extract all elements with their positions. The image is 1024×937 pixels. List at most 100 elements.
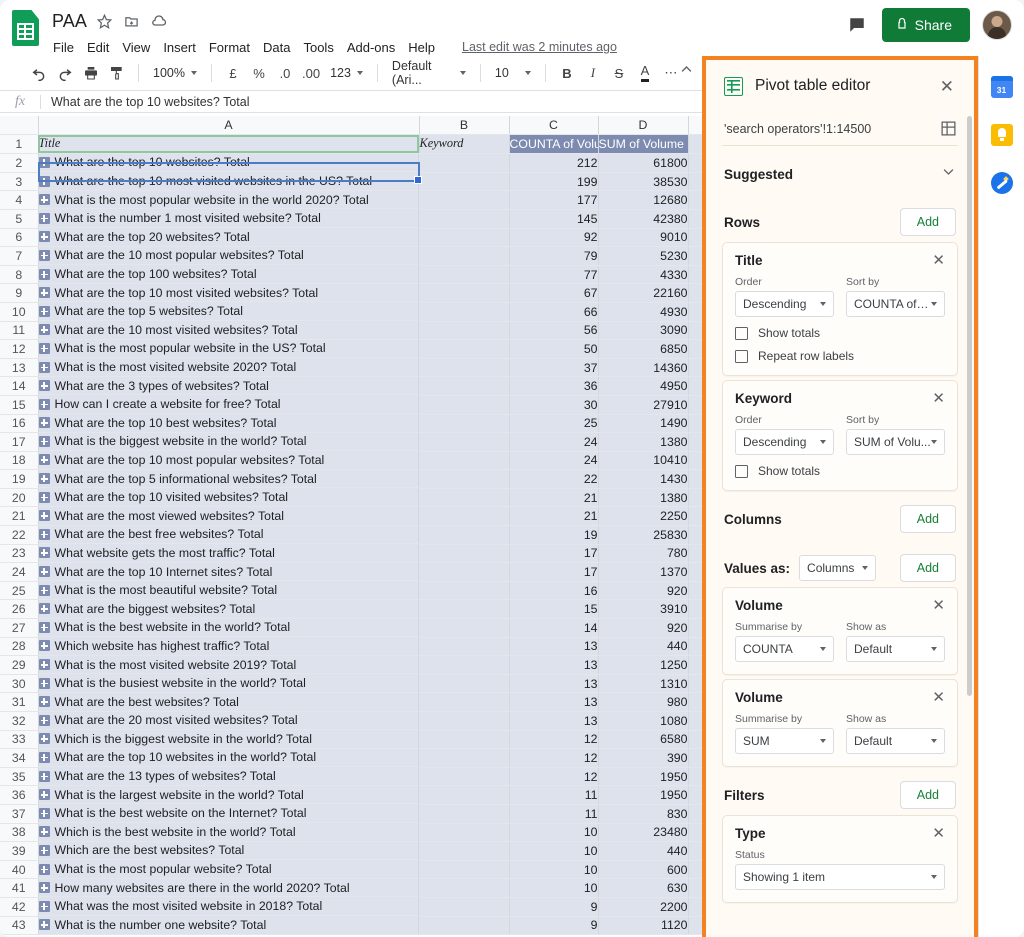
cell-sum[interactable]: 1310 [598,674,688,693]
cell-counta[interactable]: 25 [509,414,598,433]
row-number[interactable]: 19 [0,470,38,489]
cell-sum[interactable]: 440 [598,637,688,656]
cell-keyword[interactable] [419,526,509,545]
expand-group-icon[interactable] [39,864,50,875]
expand-group-icon[interactable] [39,287,50,298]
cell-sum[interactable]: 1950 [598,767,688,786]
cell-keyword[interactable] [419,916,509,935]
summarise-by-select[interactable]: SUM [735,728,834,754]
cell-keyword[interactable] [419,581,509,600]
cell-title[interactable]: What are the top 10 websites? Total [39,154,420,173]
cell-keyword[interactable] [419,153,509,172]
expand-group-icon[interactable] [39,473,50,484]
cell-sum[interactable]: 920 [598,581,688,600]
cell-sum[interactable]: 23480 [598,823,688,842]
cell-sum[interactable]: 61800 [598,153,688,172]
cell-counta[interactable]: 13 [509,712,598,731]
cell-title[interactable]: What are the top 10 most popular website… [39,451,420,470]
add-row-button[interactable]: Add [900,208,956,236]
cell-title[interactable]: What are the 10 most visited websites? T… [39,321,420,340]
expand-group-icon[interactable] [39,566,50,577]
cell-counta[interactable]: 50 [509,340,598,359]
row-number[interactable]: 13 [0,358,38,377]
expand-group-icon[interactable] [39,250,50,261]
cell-counta[interactable]: 12 [509,749,598,768]
decrease-decimal-button[interactable]: .0 [272,60,298,86]
cell-keyword[interactable] [419,265,509,284]
cell-sum[interactable]: 390 [598,749,688,768]
cell-counta[interactable]: 24 [509,433,598,452]
paint-format-icon[interactable] [104,60,130,86]
cell-title[interactable]: What are the 13 types of websites? Total [39,767,420,786]
undo-icon[interactable] [26,60,52,86]
cell-sum[interactable]: 27910 [598,395,688,414]
cell-counta[interactable]: 92 [509,228,598,247]
menu-file[interactable]: File [53,40,74,55]
remove-field-icon[interactable]: ✕ [932,391,945,406]
repeat-row-labels-checkbox[interactable] [735,350,748,363]
cell-sum[interactable]: 1380 [598,488,688,507]
cell-title[interactable]: What is the most visited website 2020? T… [39,358,420,377]
cell-counta[interactable]: 15 [509,600,598,619]
row-number[interactable]: 14 [0,377,38,396]
pivot-header-title[interactable]: Title [38,135,419,154]
row-number[interactable]: 6 [0,228,38,247]
cell-sum[interactable]: 4330 [598,265,688,284]
cell-sum[interactable]: 440 [598,842,688,861]
avatar[interactable] [982,10,1012,40]
cell-title[interactable]: What are the top 5 informational website… [39,470,420,489]
cell-keyword[interactable] [419,172,509,191]
cell-keyword[interactable] [419,897,509,916]
cell-title[interactable]: What are the biggest websites? Total [39,600,420,619]
row-number[interactable]: 39 [0,842,38,861]
cell-title[interactable]: What are the 3 types of websites? Total [39,377,420,396]
expand-group-icon[interactable] [39,585,50,596]
cell-counta[interactable]: 13 [509,693,598,712]
expand-group-icon[interactable] [39,306,50,317]
show-as-select[interactable]: Default [846,728,945,754]
row-number[interactable]: 11 [0,321,38,340]
cell-counta[interactable]: 22 [509,470,598,489]
cell-title[interactable]: What are the top 10 websites in the worl… [39,749,420,768]
show-totals-checkbox[interactable] [735,465,748,478]
cell-keyword[interactable] [419,879,509,898]
row-number[interactable]: 3 [0,172,38,191]
cell-keyword[interactable] [419,321,509,340]
percent-button[interactable]: % [246,60,272,86]
cell-title[interactable]: Which is the best website in the world? … [39,823,420,842]
cell-keyword[interactable] [419,340,509,359]
cell-title[interactable]: Which are the best websites? Total [39,842,420,861]
tasks-icon[interactable] [991,172,1013,194]
expand-group-icon[interactable] [39,176,50,187]
cell-sum[interactable]: 2200 [598,897,688,916]
cell-counta[interactable]: 77 [509,265,598,284]
expand-group-icon[interactable] [39,213,50,224]
expand-group-icon[interactable] [39,789,50,800]
text-color-button[interactable]: A [632,60,658,86]
cell-title[interactable]: What are the top 10 best websites? Total [39,414,420,433]
cell-title[interactable]: What are the top 10 most visited website… [39,172,420,191]
remove-field-icon[interactable]: ✕ [932,690,945,705]
number-format-select[interactable]: 123 [324,61,369,85]
cell-sum[interactable]: 600 [598,860,688,879]
expand-group-icon[interactable] [39,622,50,633]
cell-keyword[interactable] [419,656,509,675]
cell-counta[interactable]: 17 [509,563,598,582]
cell-keyword[interactable] [419,358,509,377]
cell-keyword[interactable] [419,451,509,470]
expand-group-icon[interactable] [39,771,50,782]
keep-icon[interactable] [991,124,1013,146]
cell-sum[interactable]: 4930 [598,302,688,321]
remove-field-icon[interactable]: ✕ [932,253,945,268]
row-number[interactable]: 40 [0,860,38,879]
cell-keyword[interactable] [419,619,509,638]
print-icon[interactable] [78,60,104,86]
expand-group-icon[interactable] [39,454,50,465]
cell-counta[interactable]: 16 [509,581,598,600]
increase-decimal-button[interactable]: .00 [298,60,324,86]
close-icon[interactable]: ✕ [936,74,958,99]
cell-title[interactable]: What is the largest website in the world… [39,786,420,805]
cell-title[interactable]: What are the best free websites? Total [39,526,420,545]
row-number[interactable]: 34 [0,749,38,768]
row-number[interactable]: 17 [0,433,38,452]
